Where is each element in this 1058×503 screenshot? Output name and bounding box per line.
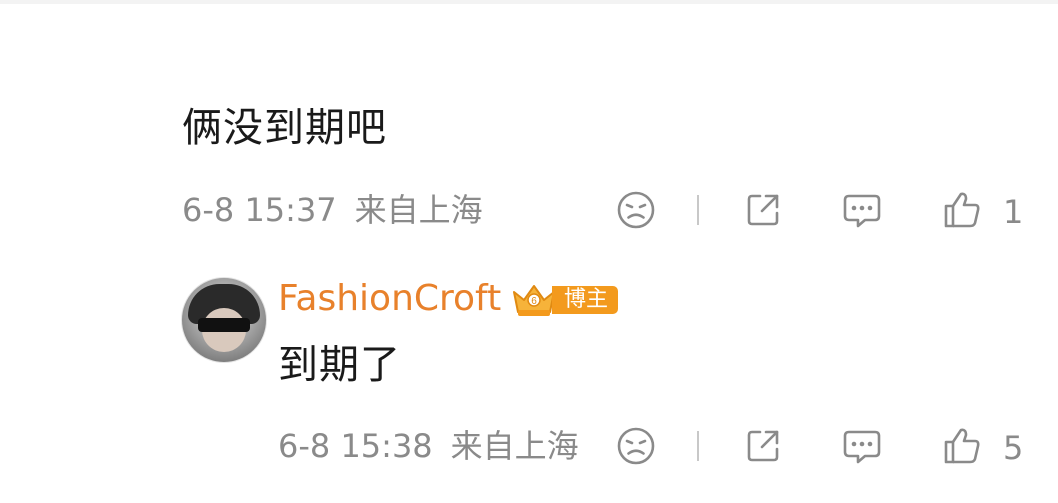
like-count: 5 (1003, 429, 1024, 467)
comment-bubble-icon (843, 430, 881, 464)
watermark-overlay (420, 472, 630, 498)
share-icon (747, 430, 779, 462)
action-divider (697, 431, 699, 461)
badge-label: 博主 (552, 286, 619, 314)
share-button[interactable] (737, 420, 789, 472)
crown-icon: 6 (513, 285, 555, 316)
comment-date: 6-8 15:37 (182, 191, 337, 229)
comment-text: 俩没到期吧 (182, 105, 387, 151)
dislike-button[interactable] (610, 420, 662, 472)
reply-button[interactable] (836, 184, 888, 236)
like-button[interactable] (936, 420, 988, 472)
share-button[interactable] (737, 184, 789, 236)
like-button[interactable] (936, 184, 988, 236)
comment-location: 来自上海 (354, 191, 483, 229)
share-icon (747, 194, 779, 226)
blogger-badge: 6 博主 (510, 280, 619, 320)
sad-face-icon (617, 427, 655, 465)
top-divider (0, 0, 1058, 4)
comment-meta: 6-8 15:37 来自上海 (182, 194, 483, 226)
comment-thread: 俩没到期吧 6-8 15:37 来自上海 1 FashionCroft 6 博主… (0, 0, 1058, 503)
avatar-glasses (198, 318, 250, 332)
dislike-button[interactable] (610, 184, 662, 236)
like-count: 1 (1003, 193, 1024, 231)
reply-location: 来自上海 (450, 427, 579, 465)
sad-face-icon (617, 191, 655, 229)
comment-bubble-icon (843, 194, 881, 228)
thumbs-up-icon (944, 428, 980, 464)
avatar[interactable] (181, 277, 267, 363)
svg-text:6: 6 (531, 296, 537, 307)
action-divider (697, 195, 699, 225)
reply-text: 到期了 (278, 342, 401, 388)
reply-button[interactable] (836, 420, 888, 472)
thumbs-up-icon (944, 192, 980, 228)
reply-date: 6-8 15:38 (278, 427, 433, 465)
username[interactable]: FashionCroft (278, 281, 501, 317)
reply-meta: 6-8 15:38 来自上海 (278, 430, 579, 462)
